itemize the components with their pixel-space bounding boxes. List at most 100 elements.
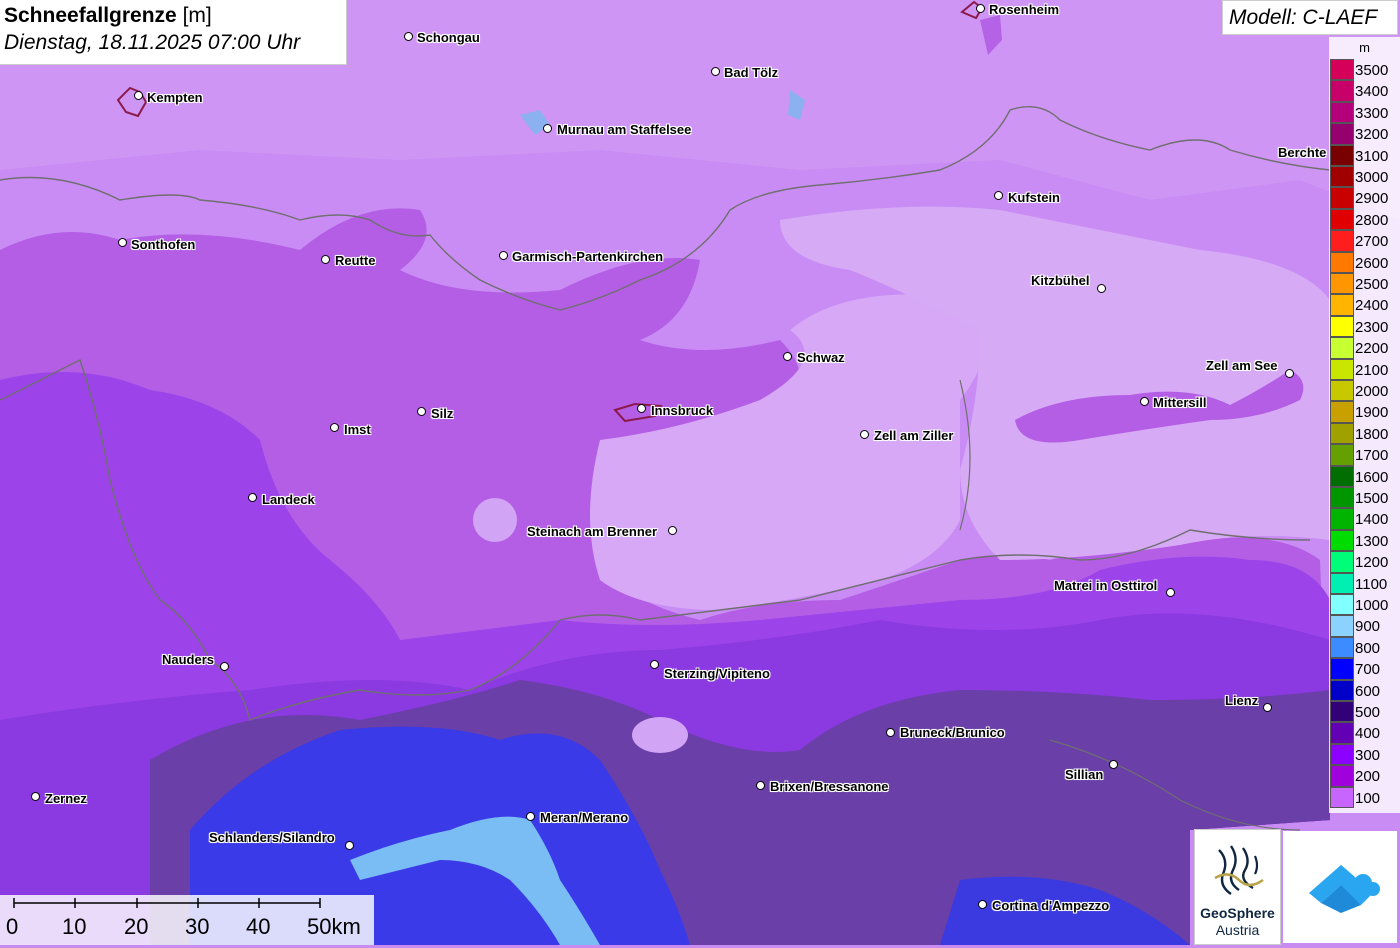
geosphere-logo[interactable]: GeoSphere Austria: [1194, 829, 1281, 945]
city-marker[interactable]: [1140, 397, 1149, 406]
city-marker[interactable]: [1263, 703, 1272, 712]
city-marker[interactable]: [978, 900, 987, 909]
map-datetime: Dienstag, 18.11.2025 07:00 Uhr: [4, 31, 301, 54]
legend-row: 1400: [1329, 508, 1400, 530]
city-marker[interactable]: [31, 792, 40, 801]
city-marker[interactable]: [526, 812, 535, 821]
city-marker[interactable]: [711, 67, 720, 76]
legend-label: 2900: [1355, 190, 1389, 208]
legend-row: 3400: [1329, 80, 1400, 102]
city-label: Matrei in Osttirol: [1054, 578, 1158, 593]
city-marker[interactable]: [637, 404, 646, 413]
city-marker[interactable]: [976, 4, 985, 13]
legend-label: 1400: [1355, 511, 1389, 529]
city-label: Silz: [431, 406, 454, 421]
legend-swatch: [1330, 551, 1354, 573]
city-marker[interactable]: [417, 407, 426, 416]
legend-row: 1500: [1329, 487, 1400, 509]
city-label: Kitzbühel: [1031, 273, 1090, 288]
city-label: Steinach am Brenner: [527, 524, 658, 539]
city-label: Schlanders/Silandro: [209, 830, 335, 845]
geosphere-logo-subtext: Austria: [1215, 922, 1260, 938]
legend-label: 900: [1355, 618, 1381, 636]
legend-row: 3300: [1329, 101, 1400, 124]
city-marker[interactable]: [783, 352, 792, 361]
legend-swatch: [1330, 294, 1354, 316]
legend-row: 3000: [1329, 166, 1400, 188]
legend-row: 900: [1329, 615, 1400, 637]
legend-swatch: [1330, 572, 1354, 594]
legend-label: 1200: [1355, 554, 1389, 572]
legend-label: 600: [1355, 682, 1381, 700]
legend-row: 2400: [1329, 294, 1400, 316]
city-marker[interactable]: [886, 728, 895, 737]
legend-label: 2200: [1355, 340, 1389, 358]
legend-label: 3500: [1355, 62, 1389, 79]
legend-swatch: [1330, 401, 1354, 423]
legend-swatch: [1330, 508, 1354, 530]
legend-label: 1800: [1355, 425, 1389, 443]
city-marker[interactable]: [404, 32, 413, 41]
legend-label: 1500: [1355, 490, 1389, 507]
city-marker[interactable]: [1285, 369, 1294, 378]
legend-row: 800: [1329, 636, 1400, 659]
city-marker[interactable]: [499, 251, 508, 260]
scale-tick-label: 40: [246, 914, 271, 939]
city-marker[interactable]: [860, 430, 869, 439]
city-label: Sterzing/Vipiteno: [664, 666, 770, 681]
city-label: Zell am See: [1206, 358, 1278, 373]
city-marker[interactable]: [668, 526, 677, 535]
city-label: Bruneck/Brunico: [900, 725, 1005, 740]
city-label: Zernez: [45, 791, 87, 806]
legend-row: 300: [1329, 743, 1400, 766]
legend-row: 3500: [1329, 59, 1400, 81]
city-marker[interactable]: [134, 91, 143, 100]
legend-swatch: [1330, 444, 1354, 466]
city-marker[interactable]: [220, 662, 229, 671]
legend-swatch: [1330, 358, 1354, 380]
legend-swatch: [1330, 380, 1354, 402]
city-marker[interactable]: [756, 781, 765, 790]
legend-row: 500: [1329, 701, 1400, 723]
legend-swatch: [1330, 273, 1354, 295]
city-marker[interactable]: [1097, 284, 1106, 293]
scale-tick-label: 30: [185, 914, 210, 939]
city-marker[interactable]: [1109, 760, 1118, 769]
legend-row: 2200: [1329, 337, 1400, 359]
legend-swatch: [1330, 59, 1354, 81]
snowline-map[interactable]: [0, 0, 1400, 945]
legend-swatch: [1330, 465, 1354, 487]
scale-bar: 0 10 20 30 40 50km: [0, 895, 374, 945]
city-marker[interactable]: [321, 255, 330, 264]
legend-row: 1300: [1329, 529, 1400, 552]
city-marker[interactable]: [330, 423, 339, 432]
legend-row: 600: [1329, 679, 1400, 701]
city-marker[interactable]: [345, 841, 354, 850]
city-marker[interactable]: [1166, 588, 1175, 597]
legend-swatch: [1330, 166, 1354, 188]
legend-row: 2700: [1329, 230, 1400, 252]
city-label: Reutte: [335, 253, 376, 268]
city-marker[interactable]: [650, 660, 659, 669]
city-marker[interactable]: [994, 191, 1003, 200]
legend-label: 3200: [1355, 126, 1389, 144]
legend-label: 700: [1355, 661, 1381, 679]
city-label: Kufstein: [1008, 190, 1060, 205]
legend-swatch: [1330, 679, 1354, 701]
legend-swatch: [1330, 144, 1354, 166]
city-marker[interactable]: [543, 124, 552, 133]
weather-app-logo[interactable]: [1283, 831, 1397, 943]
legend-swatch: [1330, 230, 1354, 252]
legend-label: 200: [1355, 768, 1381, 786]
legend-label: 1900: [1355, 404, 1389, 422]
legend-label: 100: [1355, 789, 1381, 807]
legend-row: 1100: [1329, 572, 1400, 594]
city-marker[interactable]: [248, 493, 257, 502]
title-box: Schneefallgrenze [m] Dienstag, 18.11.202…: [0, 0, 347, 65]
map-title: Schneefallgrenze [m]: [4, 4, 212, 27]
legend-swatch: [1330, 208, 1354, 231]
legend-swatch: [1330, 615, 1354, 637]
legend-label: 2500: [1355, 276, 1389, 293]
city-marker[interactable]: [118, 238, 127, 247]
legend-swatch: [1330, 337, 1354, 359]
